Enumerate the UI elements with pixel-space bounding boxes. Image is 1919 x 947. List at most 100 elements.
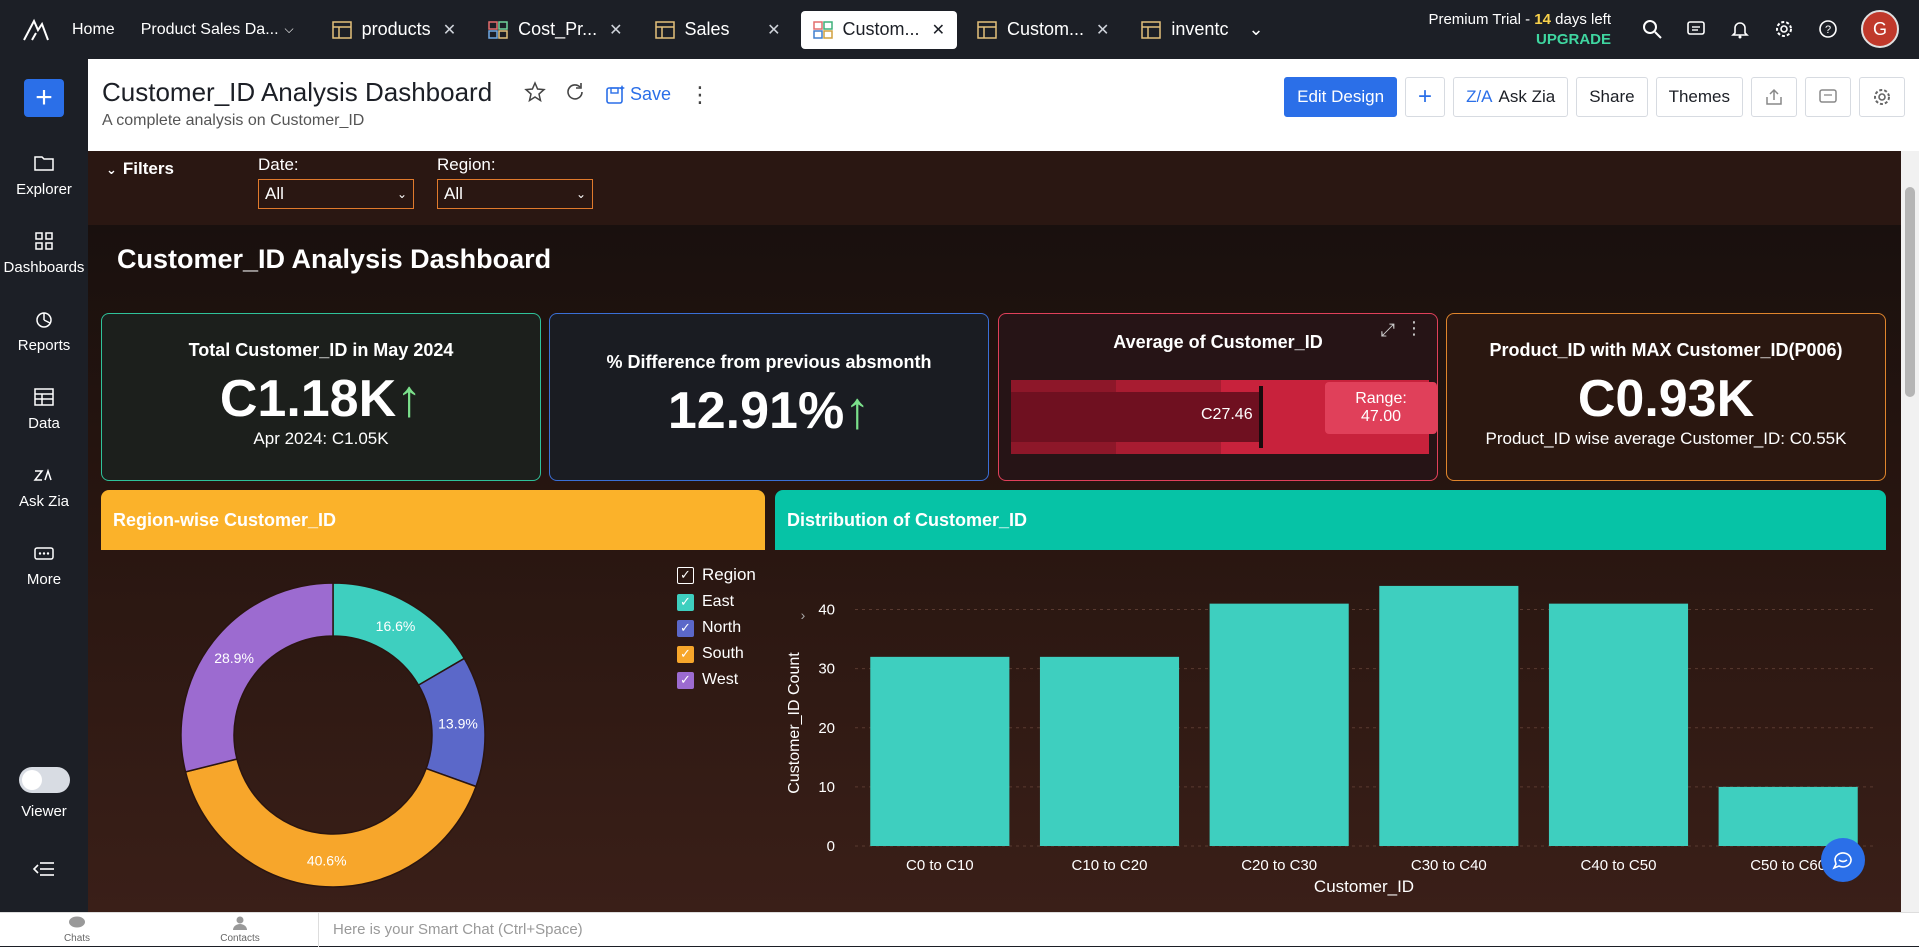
sidebar-item-dashboards[interactable]: Dashboards [0,229,88,276]
bell-icon[interactable] [1729,18,1751,40]
sidebar-item-label: Dashboards [3,259,85,276]
legend-item-west[interactable]: ✓ West [677,671,756,689]
close-icon[interactable]: ✕ [932,20,945,40]
kpi-average-customer[interactable]: Average of Customer_ID ⤢ ⋮ C27.46 Range:… [998,313,1438,481]
bar-4[interactable] [1548,603,1689,846]
upgrade-link[interactable]: UPGRADE [1428,30,1611,50]
close-icon[interactable]: ✕ [767,20,780,40]
header-right-actions: Edit Design + Z/A Ask Zia Share Themes [1284,77,1905,117]
tab-customer-dashboard[interactable]: Custom... ✕ [800,10,957,49]
page-subtitle: A complete analysis on Customer_ID [102,112,365,129]
checkbox-icon: ✓ [677,566,694,584]
sidebar-item-label: Data [28,415,60,432]
smart-chat-input[interactable]: Here is your Smart Chat (Ctrl+Space) [318,913,1919,947]
kpi-subtext: Product_ID wise average Customer_ID: C0.… [1485,429,1847,448]
region-filter-select[interactable]: All ⌄ [437,179,593,209]
kpi-title: Product_ID with MAX Customer_ID(P006) [1489,340,1843,360]
range-tooltip-label: Range: 47.00 [1355,390,1407,425]
contacts-label: Contacts [220,933,260,944]
chevron-down-icon: ⌄ [575,187,586,201]
share-button[interactable]: Share [1576,77,1648,117]
search-icon[interactable] [1641,18,1663,40]
themes-button[interactable]: Themes [1655,77,1743,117]
filters-toggle[interactable]: ⌄ Filters [106,159,174,179]
bar-2[interactable] [1209,603,1349,846]
kpi-percent-difference[interactable]: % Difference from previous absmonth 12.9… [549,313,989,481]
y-tick-label: 20 [818,720,835,737]
distribution-chart-title: Distribution of Customer_ID [775,490,1886,550]
chevron-right-icon[interactable]: › [801,607,806,623]
bar-1[interactable] [1039,656,1180,846]
chat-icon [69,916,85,928]
help-icon[interactable]: ? [1817,18,1839,40]
viewer-toggle[interactable] [19,767,70,793]
sidebar-item-reports[interactable]: Reports [0,307,88,354]
more-vertical-icon[interactable]: ⋮ [689,82,711,108]
refresh-icon[interactable] [564,81,586,108]
x-tick-label: C0 to C10 [906,857,974,874]
y-tick-label: 10 [818,779,835,796]
tab-label: Cost_Pr... [518,19,598,39]
more-tabs-chevron-icon[interactable]: ⌄ [1248,19,1263,40]
chevron-down-icon: ⌄ [106,162,117,177]
chats-button[interactable]: Chats [42,916,112,944]
sidebar-item-explorer[interactable]: Explorer [0,151,88,198]
sidebar: + Explorer Dashboards Reports Data Ask Z… [0,59,88,912]
close-icon[interactable]: ✕ [609,20,622,40]
checkbox-icon: ✓ [677,619,694,637]
legend-title-item[interactable]: ✓ Region [677,565,756,585]
bar-chart: 0 10 20 30 40 C0 to C10 C10 to C20 C20 to C30 C3… [786,585,1873,896]
bottom-bar: Chats Contacts Here is your Smart Chat (… [0,912,1919,947]
add-button[interactable]: + [1405,77,1446,117]
region-filter-label: Region: [437,155,496,174]
edit-design-button[interactable]: Edit Design [1284,77,1398,117]
sidebar-item-more[interactable]: More [0,541,88,588]
legend-item-east[interactable]: ✓ East [677,593,756,611]
kpi-product-max[interactable]: Product_ID with MAX Customer_ID(P006) C0… [1446,313,1886,481]
create-button[interactable]: + [24,79,64,117]
close-icon[interactable]: ✕ [443,20,456,40]
legend-item-south[interactable]: ✓ South [677,645,756,663]
donut-slice-label: 28.9% [214,650,254,666]
more-vertical-icon[interactable]: ⋮ [1405,318,1423,339]
tab-inventory[interactable]: inventc [1129,11,1240,49]
trial-info: Premium Trial - 14 days left UPGRADE [1428,10,1611,50]
ask-zia-button[interactable]: Z/A Ask Zia [1453,77,1569,117]
tab-products[interactable]: products ✕ [320,11,468,49]
tab-sales[interactable]: Sales ✕ [643,11,793,49]
sidebar-item-label: Explorer [16,181,72,198]
tab-customer-table[interactable]: Custom... ✕ [965,11,1121,49]
app-logo-icon[interactable] [0,0,72,59]
sidebar-item-ask-zia[interactable]: Ask Zia [0,463,88,510]
nav-workspace[interactable]: Product Sales Da... ⌵ [141,21,294,39]
legend-item-north[interactable]: ✓ North [677,619,756,637]
comment-icon[interactable] [1805,77,1851,117]
tab-cost-pr[interactable]: Cost_Pr... ✕ [476,11,634,49]
legend-label: East [702,593,735,610]
collapse-sidebar-icon[interactable] [0,859,88,883]
chat-assistant-button[interactable] [1821,838,1865,882]
vertical-scrollbar[interactable] [1901,151,1919,912]
kpi-total-customer[interactable]: Total Customer_ID in May 2024 C1.18K↑ Ap… [101,313,541,481]
bar-5[interactable] [1718,786,1858,846]
nav-workspace-label: Product Sales Da... [140,20,279,38]
gear-icon[interactable] [1773,18,1795,40]
contacts-button[interactable]: Contacts [205,916,275,944]
sidebar-item-data[interactable]: Data [0,385,88,432]
trial-suffix: days left [1550,11,1611,28]
date-filter-select[interactable]: All ⌄ [258,179,414,209]
save-button[interactable]: Save [604,84,671,106]
close-icon[interactable]: ✕ [1096,20,1109,40]
message-icon[interactable] [1685,18,1707,40]
y-tick-label: 30 [818,661,835,678]
expand-icon[interactable]: ⤢ [1381,320,1395,341]
bar-0[interactable] [870,656,1010,846]
export-icon[interactable] [1751,77,1797,117]
star-icon[interactable] [524,81,546,108]
avatar[interactable]: G [1861,10,1899,48]
donut-slice-west[interactable] [180,582,334,773]
nav-home[interactable]: Home [72,21,115,39]
bar-3[interactable] [1379,585,1519,846]
scrollbar-thumb[interactable] [1905,187,1915,397]
settings-gear-icon[interactable] [1859,77,1905,117]
